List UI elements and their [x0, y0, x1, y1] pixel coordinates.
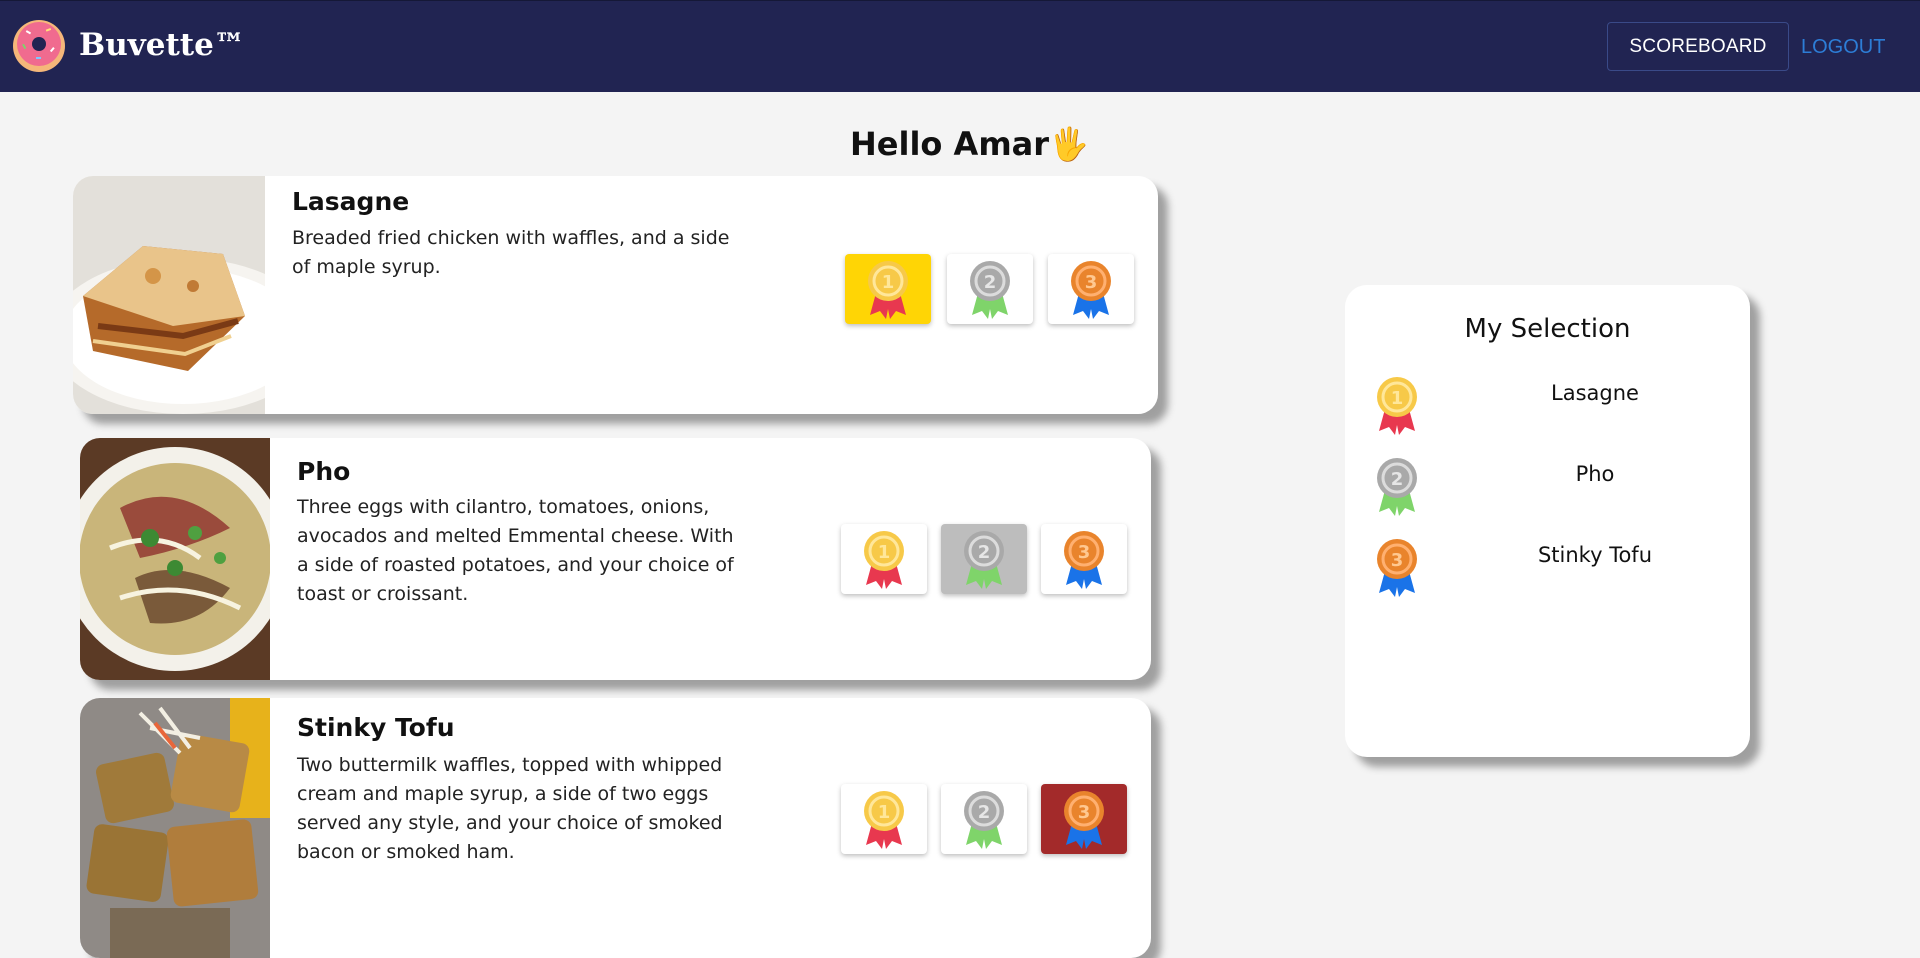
- gold-medal-icon: 1: [864, 791, 904, 849]
- silver-medal-icon: 2: [970, 261, 1010, 319]
- pho-photo: [80, 438, 270, 680]
- navbar: Buvette™ SCOREBOARD LOGOUT: [0, 0, 1920, 92]
- rank-1-button[interactable]: 1: [841, 784, 927, 854]
- page-title: Hello Amar🖐: [850, 120, 1089, 168]
- dish-description: Two buttermilk waffles, topped with whip…: [297, 754, 723, 863]
- gold-medal-icon: 1: [1377, 377, 1417, 435]
- dish-title: Stinky Tofu: [297, 713, 455, 742]
- dish-title: Pho: [297, 457, 351, 486]
- selection-item-name: Pho: [1575, 462, 1615, 486]
- dish-card-stinky-tofu: Stinky Tofu Two buttermilk waffles, topp…: [80, 698, 1151, 958]
- dish-card-pho: Pho Three eggs with cilantro, tomatoes, …: [80, 438, 1151, 680]
- svg-text:3: 3: [1085, 272, 1098, 293]
- svg-text:3: 3: [1391, 550, 1404, 571]
- dish-description: Three eggs with cilantro, tomatoes, onio…: [297, 496, 734, 605]
- svg-text:2: 2: [1391, 469, 1404, 490]
- my-selection-panel: My Selection 1 Lasagne 2 Pho 3 Stinky To…: [1345, 285, 1750, 757]
- gold-medal-icon: 1: [868, 261, 908, 319]
- svg-text:1: 1: [882, 272, 895, 293]
- svg-text:1: 1: [878, 542, 891, 563]
- rank-3-button[interactable]: 3: [1048, 254, 1134, 324]
- gold-medal-icon: 1: [864, 531, 904, 589]
- rank-2-button[interactable]: 2: [941, 784, 1027, 854]
- selection-item-name: Stinky Tofu: [1537, 543, 1653, 567]
- svg-text:1: 1: [1391, 388, 1404, 409]
- svg-text:1: 1: [878, 802, 891, 823]
- silver-medal-icon: 2: [964, 791, 1004, 849]
- donut-icon[interactable]: [12, 19, 66, 73]
- stinky-tofu-photo: [80, 698, 270, 958]
- bronze-medal-icon: 3: [1377, 539, 1417, 597]
- greeting-text: Hello Amar: [850, 125, 1050, 163]
- rank-1-button[interactable]: 1: [841, 524, 927, 594]
- selection-item-name: Lasagne: [1551, 381, 1639, 405]
- dish-title: Lasagne: [292, 187, 410, 216]
- panel-title: My Selection: [1464, 314, 1631, 344]
- svg-text:3: 3: [1078, 802, 1091, 823]
- logout-button[interactable]: LOGOUT: [1801, 34, 1885, 60]
- silver-medal-icon: 2: [1377, 458, 1417, 516]
- svg-text:2: 2: [978, 542, 991, 563]
- rank-3-button[interactable]: 3: [1041, 784, 1127, 854]
- lasagne-photo: [73, 176, 265, 414]
- rank-2-button[interactable]: 2: [941, 524, 1027, 594]
- svg-text:2: 2: [984, 272, 997, 293]
- dish-description: Breaded fried chicken with waffles, and …: [292, 227, 730, 278]
- rank-1-button[interactable]: 1: [845, 254, 931, 324]
- bronze-medal-icon: 3: [1064, 791, 1104, 849]
- bronze-medal-icon: 3: [1064, 531, 1104, 589]
- dish-card-lasagne: Lasagne Breaded fried chicken with waffl…: [73, 176, 1158, 414]
- waving-hand-icon: 🖐: [1049, 125, 1089, 163]
- bronze-medal-icon: 3: [1071, 261, 1111, 319]
- silver-medal-icon: 2: [964, 531, 1004, 589]
- scoreboard-button[interactable]: SCOREBOARD: [1607, 22, 1789, 71]
- svg-text:3: 3: [1078, 542, 1091, 563]
- rank-2-button[interactable]: 2: [947, 254, 1033, 324]
- rank-3-button[interactable]: 3: [1041, 524, 1127, 594]
- svg-text:2: 2: [978, 802, 991, 823]
- brand-name[interactable]: Buvette™: [79, 27, 245, 63]
